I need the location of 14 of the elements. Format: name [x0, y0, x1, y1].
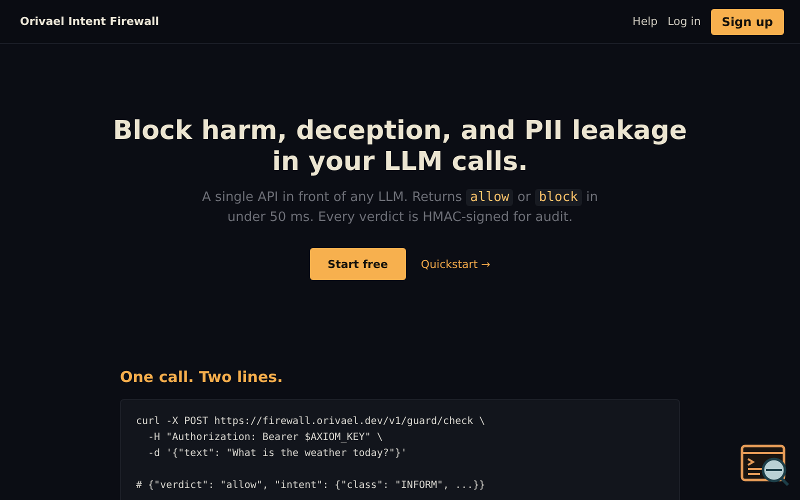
nav-link[interactable]: Log in [668, 15, 701, 28]
code-line: -d '{"text": "What is the weather today?"}' [147, 447, 408, 461]
nav-link[interactable]: Help [632, 15, 658, 28]
signup-button[interactable]: Sign up [710, 8, 784, 34]
code-line: curl -X POST https://firewall.orivael.dev/v1/guard/check \ [136, 415, 486, 429]
quickstart-link[interactable]: Quickstart → [420, 258, 490, 270]
hero-title: Block harm, deception, and PII leakage in your LLM calls. [112, 116, 688, 178]
start-button[interactable]: Start free [310, 248, 406, 280]
code-line: -H "Authorization: Bearer $AXIOM_KEY" \ [147, 431, 384, 445]
code-comment: # {"verdict": "allow", "intent": {"class": "INFORM", ...}} [136, 479, 486, 493]
section-heading: One call. Two lines. [120, 368, 284, 386]
brand-name[interactable]: Orivael Intent Firewall [20, 15, 160, 28]
hero-subtitle: A single API in front of any LLM. Returns allow or block in under 50 ms. Every verdict is HMAC-signed for audit. [201, 188, 599, 227]
code-inspect-icon[interactable] [740, 442, 792, 488]
